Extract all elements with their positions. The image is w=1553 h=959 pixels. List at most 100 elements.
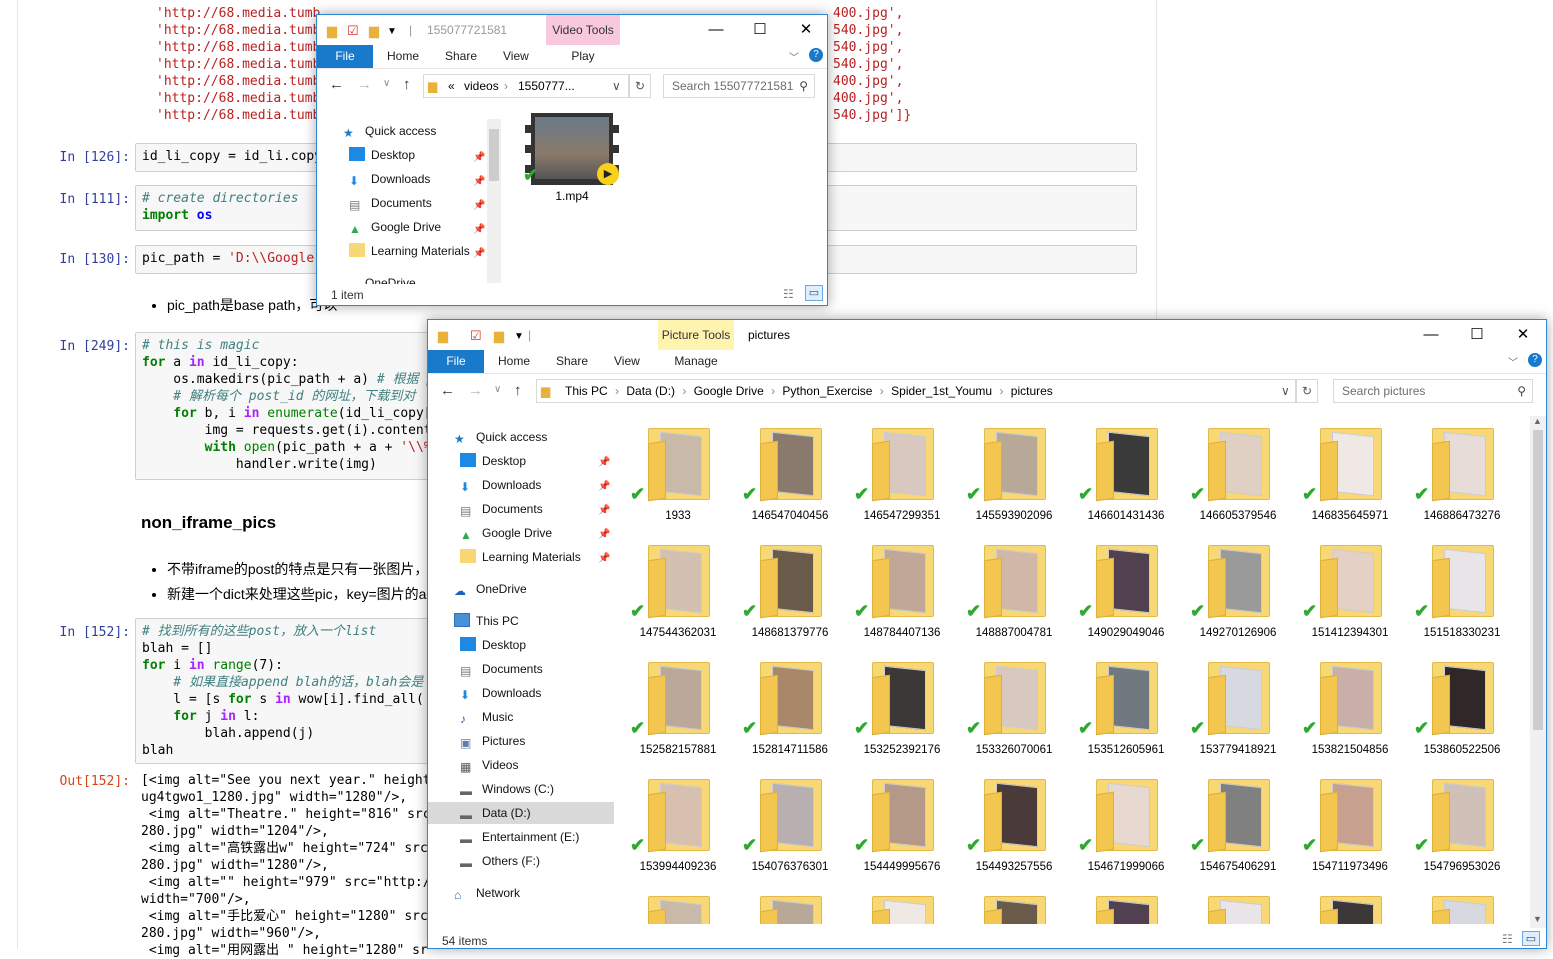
nav-downloads[interactable]: ⬇ Downloads [349,168,430,190]
help-icon[interactable]: ? [809,48,823,62]
tab-view[interactable]: View [604,350,650,373]
nav-onedrive[interactable]: ☁ OneDrive [454,578,527,600]
pin-icon[interactable]: 📌 [473,176,485,187]
tab-home[interactable]: Home [488,350,540,373]
folder-item[interactable] [740,892,840,924]
folder-item[interactable]: ✔ 148784407136 [852,541,952,651]
address-bar[interactable]: ▆ This PC › Data (D:) › Google Drive › P… [536,379,1296,403]
tab-file[interactable]: File [317,45,373,68]
address-crumb[interactable]: Python_Exercise [782,384,872,398]
folder-item[interactable]: ✔ 154675406291 [1188,775,1288,885]
close-button[interactable]: ✕ [1500,324,1546,348]
properties-icon[interactable]: ☑ [347,23,359,39]
folder-item[interactable]: ✔ 146835645971 [1300,424,1400,534]
folder-item[interactable]: ✔ 154671999066 [1076,775,1176,885]
refresh-button[interactable]: ↻ [629,74,651,98]
tab-home[interactable]: Home [377,45,429,68]
folder-item[interactable] [964,892,1064,924]
close-button[interactable]: ✕ [783,19,827,43]
folder-item[interactable]: ✔ 147544362031 [628,541,728,651]
folder-item[interactable]: ✔ 146547040456 [740,424,840,534]
folder-item[interactable]: ✔ 154493257556 [964,775,1064,885]
nav-desktop[interactable]: Desktop [349,144,415,166]
nav-quick-access[interactable]: ★ Quick access [454,426,547,448]
minimize-button[interactable]: — [1408,324,1454,348]
pin-icon[interactable]: 📌 [598,529,610,540]
tab-view[interactable]: View [493,45,539,68]
folder-item[interactable]: ✔ 153779418921 [1188,658,1288,768]
pin-icon[interactable]: 📌 [473,248,485,259]
scroll-thumb[interactable] [489,129,499,181]
nav-item[interactable]: ▬ Windows (C:) [460,778,554,800]
folder-item[interactable]: ✔ 152814711586 [740,658,840,768]
folder-item[interactable]: ✔ 149029049046 [1076,541,1176,651]
pin-icon[interactable]: 📌 [598,505,610,516]
chevron-right-icon[interactable]: › [679,384,690,398]
address-crumb-folder[interactable]: 1550777... [518,75,575,97]
chevron-down-icon[interactable]: ▼ [387,26,397,37]
nav-item[interactable]: ▬ Others (F:) [460,850,540,872]
folder-item[interactable]: ✔ 154076376301 [740,775,840,885]
folder-item[interactable]: ✔ 153994409236 [628,775,728,885]
folder-item[interactable]: ✔ 152582157881 [628,658,728,768]
tab-play[interactable]: Play [557,45,609,68]
tab-share[interactable]: Share [435,45,487,68]
chevron-right-icon[interactable]: › [876,384,887,398]
folder-item[interactable] [1300,892,1400,924]
tab-file[interactable]: File [428,350,484,373]
pin-icon[interactable]: 📌 [473,224,485,235]
scroll-thumb[interactable] [1533,430,1543,730]
chevron-down-icon[interactable]: ﹀ [1508,354,1518,369]
nav-item[interactable]: Desktop [460,634,526,656]
nav-item[interactable]: ▲ Google Drive [460,522,552,544]
nav-item[interactable]: ♪ Music [460,706,513,728]
address-crumb[interactable]: pictures [1011,384,1053,398]
address-crumb[interactable]: Spider_1st_Youmu [891,384,992,398]
folder-item[interactable]: ✔ 154711973496 [1300,775,1400,885]
address-crumb[interactable]: This PC [565,384,608,398]
chevron-down-icon[interactable]: ∨ [612,75,621,97]
maximize-button[interactable]: ☐ [1454,324,1500,348]
large-icons-view-icon[interactable]: ▭ [805,285,823,301]
pictures-explorer-window[interactable]: ▆ ☑ ▆ ▼ | Picture Tools pictures — ☐ ✕ F… [427,319,1547,949]
folder-item[interactable]: ✔ 146547299351 [852,424,952,534]
back-arrow-icon[interactable]: ← [329,76,344,93]
nav-item[interactable]: ▬ Data (D:) [460,802,531,824]
nav-google-drive[interactable]: ▲ Google Drive [349,216,441,238]
file-item-video[interactable]: ▶ ✔ 1.mp4 [523,113,619,213]
pin-icon[interactable]: 📌 [598,481,610,492]
scroll-up-icon[interactable]: ▲ [1533,416,1542,426]
nav-item[interactable]: ▦ Videos [460,754,518,776]
recent-chevron-icon[interactable]: ∨ [494,384,501,395]
chevron-down-icon[interactable]: ﹀ [789,49,799,64]
chevron-down-icon[interactable]: ▼ [514,331,524,342]
nav-item[interactable]: ⬇ Downloads [460,474,541,496]
folder-item[interactable] [1076,892,1176,924]
folder-item[interactable]: ✔ 151518330231 [1412,541,1512,651]
nav-item[interactable]: Learning Materials [460,546,581,568]
forward-arrow-icon[interactable]: → [468,382,483,399]
up-arrow-icon[interactable]: ↑ [514,382,522,399]
scroll-down-icon[interactable]: ▼ [1533,914,1542,924]
nav-item[interactable]: ▣ Pictures [460,730,525,752]
folder-item[interactable]: ✔ 1933 [628,424,728,534]
forward-arrow-icon[interactable]: → [357,76,372,93]
chevron-right-icon[interactable]: › [612,384,623,398]
recent-chevron-icon[interactable]: ∨ [383,78,390,89]
folder-item[interactable]: ✔ 153252392176 [852,658,952,768]
properties-icon[interactable]: ☑ [470,328,482,344]
chevron-right-icon[interactable]: › [768,384,779,398]
folder-item[interactable]: ✔ 149270126906 [1188,541,1288,651]
tab-manage[interactable]: Manage [664,350,728,373]
new-folder-icon[interactable]: ▆ [369,23,379,39]
nav-item[interactable]: Desktop [460,450,526,472]
folder-item[interactable]: ✔ 146605379546 [1188,424,1288,534]
large-icons-view-icon[interactable]: ▭ [1522,931,1540,946]
folder-item[interactable]: ✔ 146601431436 [1076,424,1176,534]
folder-item[interactable]: ✔ 153512605961 [1076,658,1176,768]
nav-onedrive[interactable]: ☁ OneDrive [343,272,416,284]
nav-scrollbar[interactable] [487,119,501,283]
nav-documents[interactable]: ▤ Documents [349,192,432,214]
new-folder-icon[interactable]: ▆ [494,328,504,344]
pin-icon[interactable]: 📌 [598,457,610,468]
